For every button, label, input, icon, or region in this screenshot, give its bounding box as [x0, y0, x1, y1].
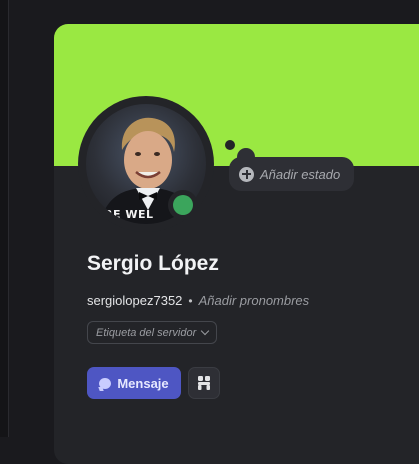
- server-tag-dropdown[interactable]: Etiqueta del servidor: [87, 321, 218, 344]
- online-dot: [173, 195, 193, 215]
- chevron-down-icon: [201, 326, 210, 336]
- online-status-indicator: [168, 190, 198, 220]
- add-pronouns-link[interactable]: Añadir pronombres: [199, 293, 310, 308]
- message-button[interactable]: Mensaje: [87, 367, 181, 399]
- add-status-button[interactable]: Añadir estado: [229, 157, 355, 191]
- left-panel-edge: [0, 0, 9, 437]
- server-tag-label: Etiqueta del servidor: [96, 326, 197, 339]
- avatar-overlay-text: RE WEL: [104, 208, 154, 221]
- add-status-label: Añadir estado: [260, 166, 341, 182]
- thought-bubble-small: [225, 140, 235, 150]
- username[interactable]: sergiolopez7352: [87, 293, 182, 308]
- separator-dot: •: [188, 293, 193, 308]
- friend-request-button[interactable]: [188, 367, 220, 399]
- plus-circle-icon: [239, 166, 254, 182]
- identity-row: sergiolopez7352 • Añadir pronombres: [87, 293, 309, 308]
- display-name: Sergio López: [87, 252, 219, 275]
- profile-card: RE WEL Añadir estado Sergio López sergio…: [54, 24, 419, 464]
- message-button-label: Mensaje: [117, 375, 169, 391]
- friend-request-icon: [198, 376, 210, 390]
- chat-bubble-icon: [99, 377, 112, 389]
